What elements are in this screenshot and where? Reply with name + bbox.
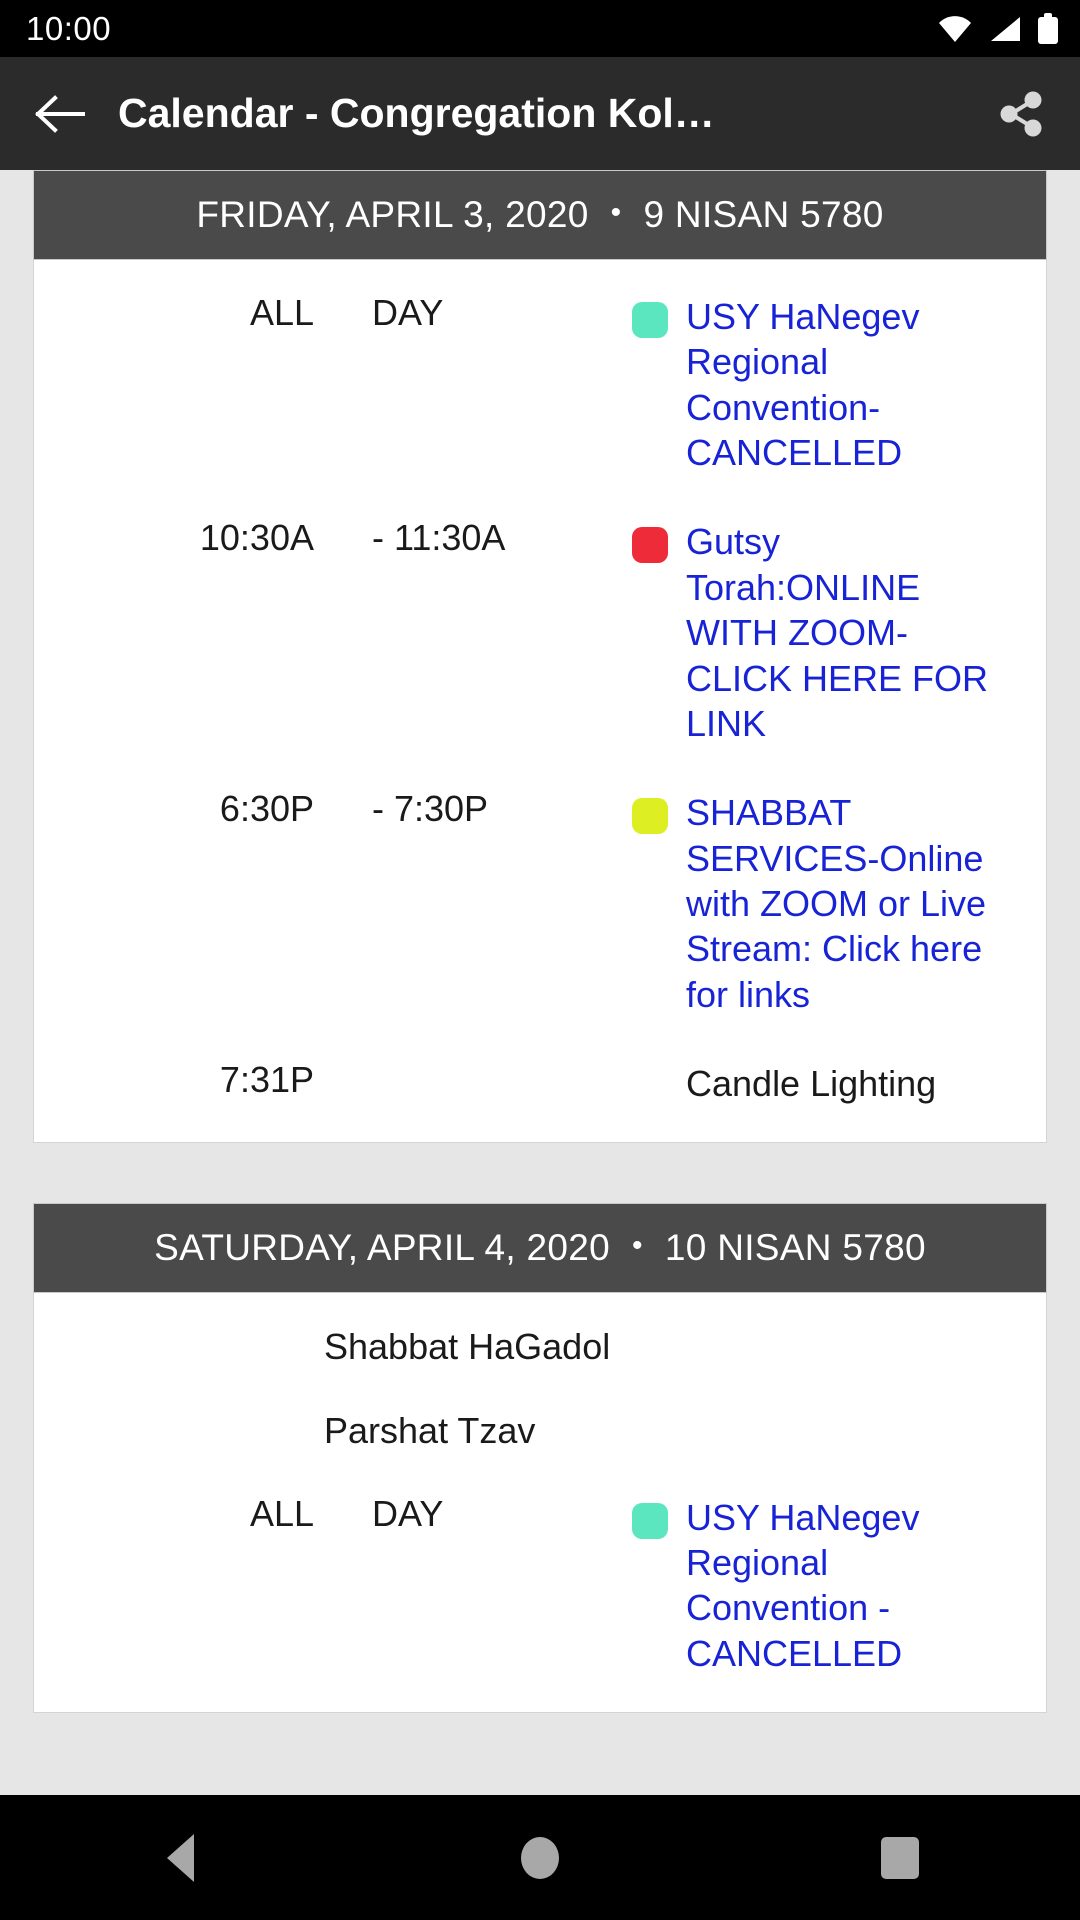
event-title: Candle Lighting bbox=[686, 1063, 937, 1105]
event-start-time: ALL bbox=[249, 292, 314, 333]
day-note-row: Parshat Tzav bbox=[34, 1411, 1046, 1495]
nav-back-icon bbox=[166, 1833, 194, 1882]
event-color-dot bbox=[632, 798, 668, 835]
event-color-dot bbox=[632, 527, 668, 564]
event-title-link[interactable]: USY HaNegev Regional Convention - CANCEL… bbox=[686, 1495, 1046, 1676]
day-header-hebrew-date: 10 NISAN 5780 bbox=[664, 1227, 926, 1269]
day-header-separator: • bbox=[610, 196, 622, 229]
phone-screen: 10:00 Calendar - Congregation Kol… FRIDA… bbox=[0, 0, 1080, 1920]
day-card-saturday: SATURDAY, APRIL 4, 2020 • 10 NISAN 5780 … bbox=[33, 1203, 1047, 1714]
day-body: Shabbat HaGadol Parshat Tzav ALL DAY USY… bbox=[33, 1293, 1047, 1714]
event-title-link[interactable]: SHABBAT SERVICES-Online with ZOOM or Liv… bbox=[686, 790, 1046, 1017]
status-bar: 10:00 bbox=[0, 0, 1080, 57]
event-row: 7:31P Candle Lighting bbox=[34, 1059, 1046, 1112]
event-start-time: 7:31P bbox=[219, 1059, 314, 1101]
nav-recents-icon bbox=[881, 1836, 919, 1879]
event-row[interactable]: ALL DAY USY HaNegev Regional Convention-… bbox=[34, 292, 1046, 519]
share-button[interactable] bbox=[962, 57, 1080, 170]
event-color-dot-cell bbox=[614, 1061, 686, 1069]
day-header-separator: • bbox=[632, 1229, 643, 1263]
event-color-dot-cell bbox=[614, 519, 686, 564]
day-body: ALL DAY USY HaNegev Regional Convention-… bbox=[33, 260, 1047, 1144]
event-color-dot bbox=[632, 1502, 668, 1539]
event-row[interactable]: 6:30P - 7:30P SHABBAT SERVICES-Online wi… bbox=[34, 788, 1046, 1061]
event-color-dot-cell bbox=[614, 1495, 686, 1539]
note-spacer bbox=[34, 1327, 324, 1367]
share-icon bbox=[1000, 91, 1042, 136]
event-start-time: 10:30A bbox=[199, 517, 314, 559]
nav-recents-button[interactable] bbox=[825, 1795, 975, 1920]
event-title-link[interactable]: Gutsy Torah:ONLINE WITH ZOOM-CLICK HERE … bbox=[686, 519, 1046, 746]
status-icon-group bbox=[938, 13, 1058, 44]
event-title-link[interactable]: USY HaNegev Regional Convention-CANCELLE… bbox=[686, 294, 1046, 475]
event-end-time: - 11:30A bbox=[372, 517, 506, 559]
app-bar: Calendar - Congregation Kol… bbox=[0, 57, 1080, 170]
day-card-friday: FRIDAY, APRIL 3, 2020 • 9 NISAN 5780 ALL… bbox=[33, 170, 1047, 1144]
note-spacer bbox=[34, 1411, 324, 1451]
status-clock: 10:00 bbox=[26, 10, 112, 47]
day-note-row: Shabbat HaGadol bbox=[34, 1327, 1046, 1411]
event-row[interactable]: 10:30A - 11:30A Gutsy Torah:ONLINE WITH … bbox=[34, 519, 1046, 790]
calendar-scroll-area[interactable]: FRIDAY, APRIL 3, 2020 • 9 NISAN 5780 ALL… bbox=[0, 170, 1080, 1795]
day-header: FRIDAY, APRIL 3, 2020 • 9 NISAN 5780 bbox=[33, 170, 1047, 260]
back-button[interactable] bbox=[0, 57, 118, 170]
day-header: SATURDAY, APRIL 4, 2020 • 10 NISAN 5780 bbox=[33, 1203, 1047, 1294]
event-start-time: ALL bbox=[249, 1492, 314, 1534]
battery-icon bbox=[1038, 13, 1058, 44]
event-color-dot-cell bbox=[614, 294, 686, 338]
day-note: Parshat Tzav bbox=[324, 1409, 536, 1451]
event-color-dot-cell bbox=[614, 790, 686, 835]
day-header-date: SATURDAY, APRIL 4, 2020 bbox=[154, 1227, 611, 1269]
event-end-time: DAY bbox=[372, 1492, 444, 1534]
day-note: Shabbat HaGadol bbox=[324, 1326, 611, 1368]
nav-home-button[interactable] bbox=[465, 1795, 615, 1920]
nav-home-icon bbox=[521, 1836, 559, 1879]
system-nav-bar bbox=[0, 1795, 1080, 1920]
event-row[interactable]: ALL DAY USY HaNegev Regional Convention … bbox=[34, 1492, 1046, 1682]
page-title: Calendar - Congregation Kol… bbox=[118, 90, 715, 136]
wifi-icon bbox=[938, 15, 972, 42]
event-end-time: - 7:30P bbox=[372, 788, 489, 830]
event-color-dot bbox=[632, 302, 668, 338]
cell-signal-icon bbox=[989, 16, 1021, 42]
event-start-time: 6:30P bbox=[219, 788, 314, 830]
day-header-hebrew-date: 9 NISAN 5780 bbox=[643, 194, 884, 235]
event-end-time: DAY bbox=[372, 292, 444, 333]
back-arrow-icon bbox=[35, 94, 85, 133]
nav-back-button[interactable] bbox=[105, 1795, 255, 1920]
day-header-date: FRIDAY, APRIL 3, 2020 bbox=[196, 194, 589, 235]
